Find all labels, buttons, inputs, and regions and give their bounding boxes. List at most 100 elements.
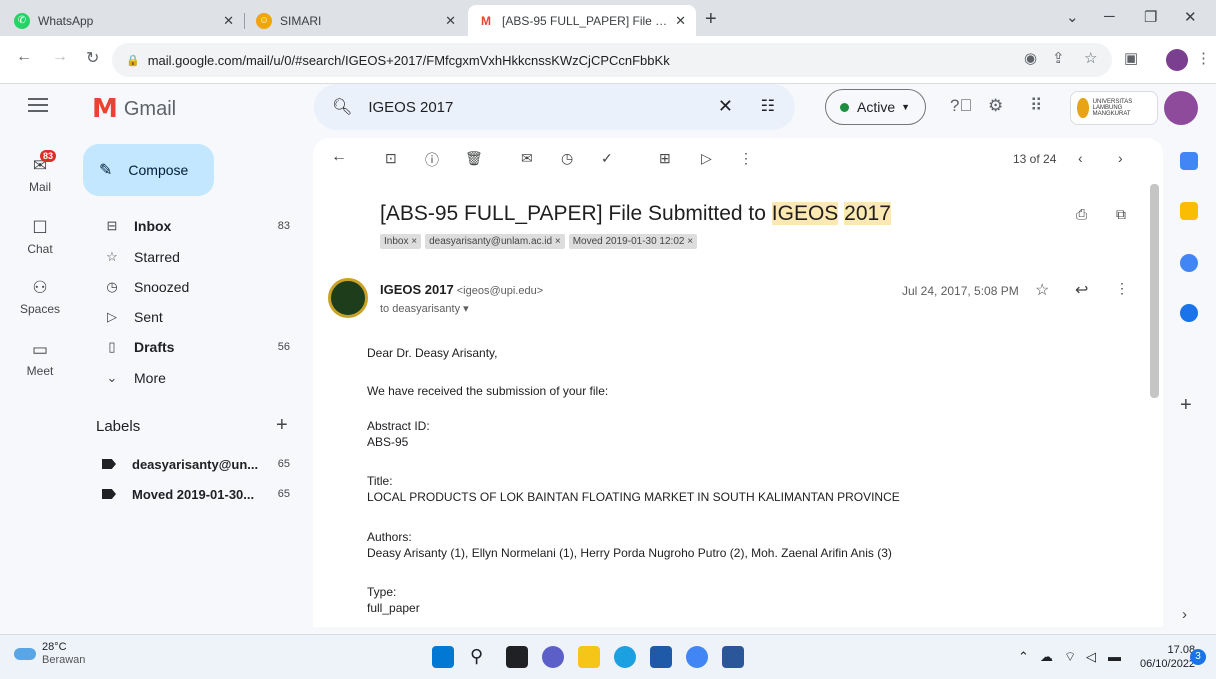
tab-simari[interactable]: ☺ SIMARI ✕ xyxy=(246,5,466,36)
reload-icon[interactable]: ↻ xyxy=(86,48,99,68)
sidebar-item-more[interactable]: ⌄ More xyxy=(80,363,306,393)
sender-avatar[interactable] xyxy=(328,278,368,318)
status-button[interactable]: Active ▼ xyxy=(825,89,926,125)
rail-spaces[interactable]: ⚇ Spaces xyxy=(0,278,80,316)
contacts-icon[interactable] xyxy=(1180,304,1198,322)
side-panel-icon[interactable]: ▣ xyxy=(1124,49,1138,67)
help-icon[interactable]: ?⃝ xyxy=(950,96,972,116)
label-icon[interactable]: ▷ xyxy=(701,150,712,167)
close-icon[interactable]: ✕ xyxy=(675,13,686,29)
menu-dots-icon[interactable]: ⋮ xyxy=(1196,49,1211,67)
tab-search-icon[interactable]: ⌄ xyxy=(1066,8,1079,26)
get-addons-icon[interactable]: + xyxy=(1180,394,1192,417)
notification-badge[interactable]: 3 xyxy=(1190,649,1206,665)
task-view-icon[interactable] xyxy=(506,646,528,668)
archive-icon[interactable]: ⊡ xyxy=(385,150,397,167)
tab-gmail[interactable]: M [ABS-95 FULL_PAPER] File Submit ✕ xyxy=(468,5,696,36)
close-icon[interactable]: ✕ xyxy=(223,13,234,29)
minimize-icon[interactable]: ─ xyxy=(1104,8,1115,25)
clock[interactable]: 17.08 06/10/2022 xyxy=(1140,643,1195,671)
label-name: deasyarisanty@un... xyxy=(132,456,259,472)
calendar-icon[interactable] xyxy=(1180,152,1198,170)
bookmark-star-icon[interactable]: ☆ xyxy=(1084,49,1097,67)
label-chip[interactable]: deasyarisanty@unlam.ac.id × xyxy=(425,234,565,249)
more-options-icon[interactable]: ⋮ xyxy=(739,150,753,167)
sidebar-item-inbox[interactable]: ⊟ Inbox 83 xyxy=(80,211,306,241)
report-spam-icon[interactable]: ⓘ xyxy=(425,150,439,170)
star-icon[interactable]: ☆ xyxy=(1035,280,1049,300)
open-new-window-icon[interactable]: ⧉ xyxy=(1116,206,1126,223)
add-task-icon[interactable]: ✓ xyxy=(601,150,613,167)
label-chip[interactable]: Moved 2019-01-30 12:02 × xyxy=(568,234,698,249)
share-icon[interactable]: ⇪ xyxy=(1052,49,1065,67)
print-icon[interactable]: ⎙ xyxy=(1076,206,1087,223)
volume-icon[interactable]: ◁ xyxy=(1086,649,1096,665)
forward-icon[interactable]: → xyxy=(52,48,68,66)
browser-profile-avatar[interactable] xyxy=(1166,49,1188,71)
sidebar-item-starred[interactable]: ☆ Starred xyxy=(80,242,306,272)
rail-meet[interactable]: ▭ Meet xyxy=(0,340,80,378)
show-side-panel-icon[interactable]: › xyxy=(1182,606,1187,623)
scrollbar-thumb[interactable] xyxy=(1150,184,1159,398)
restore-icon[interactable]: ❐ xyxy=(1144,8,1157,26)
close-window-icon[interactable]: ✕ xyxy=(1184,8,1197,26)
chat-app-icon[interactable] xyxy=(542,646,564,668)
weather-widget[interactable]: 28°C Berawan xyxy=(14,641,85,666)
word-icon[interactable] xyxy=(722,646,744,668)
label-chip[interactable]: Inbox × xyxy=(380,234,422,249)
recipient-details[interactable]: to deasyarisanty ▾ xyxy=(380,302,469,315)
delete-icon[interactable]: 🗑︎ xyxy=(465,150,483,167)
close-icon[interactable]: ✕ xyxy=(445,13,456,29)
label-item[interactable]: Moved 2019-01-30... 65 xyxy=(80,479,306,509)
label-tag-icon xyxy=(102,489,116,499)
account-avatar[interactable] xyxy=(1164,91,1198,125)
store-icon[interactable] xyxy=(650,646,672,668)
sidebar-item-drafts[interactable]: ▯ Drafts 56 xyxy=(80,332,306,362)
search-input[interactable] xyxy=(368,98,709,116)
windows-start-icon[interactable] xyxy=(432,646,454,668)
tray-chevron-icon[interactable]: ⌃ xyxy=(1018,649,1029,665)
taskbar-search-icon[interactable]: ⚲ xyxy=(470,646,492,668)
settings-gear-icon[interactable]: ⚙ xyxy=(988,96,1003,116)
lock-icon: 🔒 xyxy=(126,54,140,67)
gmail-header: M Gmail 🔍︎ ✕ ☷ Active ▼ ?⃝ ⚙ ⠿ UNIVERSIT… xyxy=(0,84,1216,134)
add-label-icon[interactable]: + xyxy=(276,414,288,437)
apps-grid-icon[interactable]: ⠿ xyxy=(1030,96,1042,116)
older-icon[interactable]: › xyxy=(1118,150,1123,166)
tab-whatsapp[interactable]: ✆ WhatsApp ✕ xyxy=(4,5,244,36)
message-more-icon[interactable]: ⋮ xyxy=(1115,280,1129,297)
newer-icon[interactable]: ‹ xyxy=(1078,150,1083,166)
chat-icon: ☐ xyxy=(32,218,48,237)
main-menu-icon[interactable] xyxy=(28,98,48,116)
search-options-icon[interactable]: ☷ xyxy=(761,96,775,116)
back-to-list-icon[interactable]: ← xyxy=(331,148,347,166)
wifi-icon[interactable]: ⌔ xyxy=(1064,649,1076,665)
mark-unread-icon[interactable]: ✉ xyxy=(521,150,533,167)
eye-icon[interactable]: ◉ xyxy=(1024,49,1037,67)
rail-chat[interactable]: ☐ Chat xyxy=(0,218,80,256)
search-icon[interactable]: 🔍︎ xyxy=(332,97,352,117)
sidebar-item-sent[interactable]: ▷ Sent xyxy=(80,302,306,332)
move-to-icon[interactable]: ⊞ xyxy=(659,150,671,167)
gmail-logo[interactable]: M Gmail xyxy=(92,94,176,124)
edge-icon[interactable] xyxy=(614,646,636,668)
label-item[interactable]: deasyarisanty@un... 65 xyxy=(80,449,306,479)
clear-search-icon[interactable]: ✕ xyxy=(718,96,733,117)
compose-button[interactable]: ✎ Compose xyxy=(83,144,214,196)
new-tab-button[interactable]: + xyxy=(705,8,717,31)
network-icon[interactable]: ☁ xyxy=(1040,649,1053,665)
snooze-icon[interactable]: ◷ xyxy=(561,150,573,167)
reply-icon[interactable]: ↩ xyxy=(1075,280,1088,300)
rail-mail[interactable]: ✉ Mail xyxy=(0,156,80,194)
rail-label: Mail xyxy=(28,180,51,194)
sidebar-item-snoozed[interactable]: ◷ Snoozed xyxy=(80,272,306,302)
status-label: Active xyxy=(857,99,896,115)
tasks-icon[interactable] xyxy=(1180,254,1198,272)
status-dot-icon xyxy=(840,102,849,112)
battery-icon[interactable]: ▬ xyxy=(1108,649,1121,664)
back-icon[interactable]: ← xyxy=(16,48,32,66)
file-explorer-icon[interactable] xyxy=(578,646,600,668)
address-bar[interactable]: 🔒 mail.google.com/mail/u/0/#search/IGEOS… xyxy=(112,43,1112,77)
chrome-icon[interactable] xyxy=(686,646,708,668)
keep-icon[interactable] xyxy=(1180,202,1198,220)
